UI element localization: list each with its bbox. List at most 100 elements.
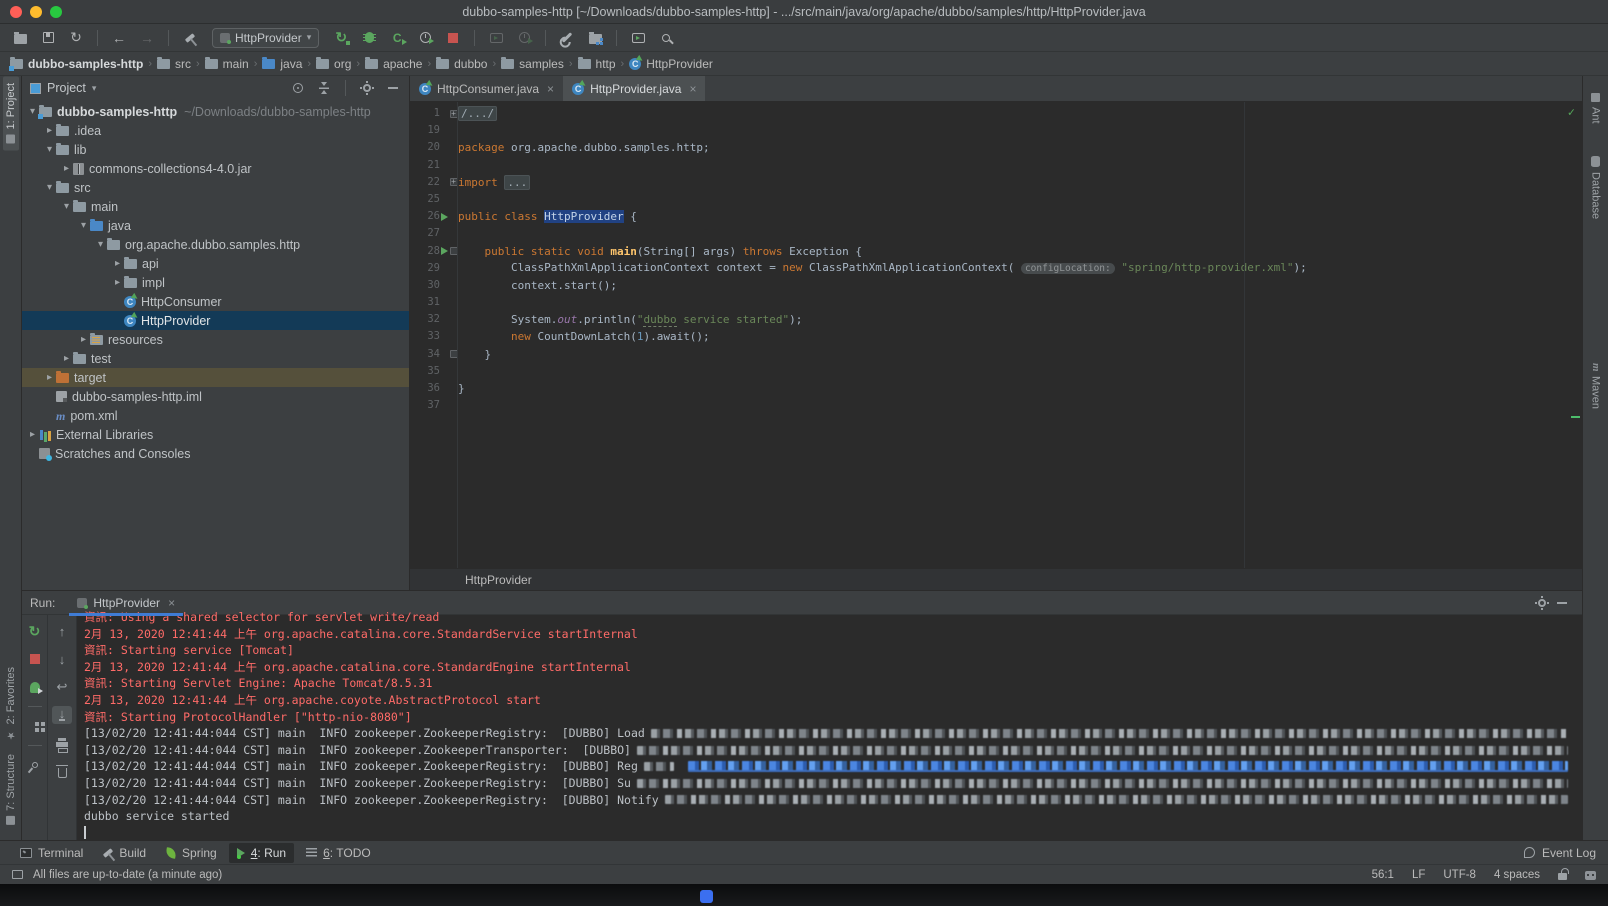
profiler-icon[interactable] — [413, 27, 437, 49]
tree-toggle-icon[interactable]: ▾ — [60, 201, 73, 212]
tree-item-External Libraries[interactable]: ▸External Libraries — [22, 425, 409, 444]
collapse-all-icon[interactable] — [314, 83, 334, 93]
tree-item-test[interactable]: ▸test — [22, 349, 409, 368]
tree-item-target[interactable]: ▸target — [22, 368, 409, 387]
tree-toggle-icon[interactable]: ▾ — [77, 220, 90, 231]
line-ending[interactable]: LF — [1412, 869, 1425, 881]
tree-item-dubbo-samples-http[interactable]: ▾dubbo-samples-http~/Downloads/dubbo-sam… — [22, 102, 409, 121]
tree-item-.idea[interactable]: ▸.idea — [22, 121, 409, 140]
tree-item-Scratches and Consoles[interactable]: Scratches and Consoles — [22, 444, 409, 463]
tree-item-api[interactable]: ▸api — [22, 254, 409, 273]
breadcrumb-item-org[interactable]: org — [316, 57, 351, 71]
wrench-icon[interactable] — [555, 27, 579, 49]
tree-toggle-icon[interactable]: ▸ — [60, 163, 73, 174]
run-console[interactable]: 資訊: Using a shared selector for servlet … — [77, 609, 1582, 840]
tree-toggle-icon[interactable]: ▾ — [94, 239, 107, 250]
inspection-ok-icon[interactable]: ✓ — [1568, 104, 1575, 121]
forward-icon[interactable]: → — [135, 27, 159, 49]
sidebar-item-project[interactable]: 1: Project — [3, 76, 19, 150]
stop-icon[interactable] — [25, 650, 45, 668]
toolwindow-button-Terminal[interactable]: Terminal — [12, 843, 91, 863]
breadcrumb-item-main[interactable]: main — [205, 57, 249, 71]
chevron-down-icon[interactable]: ▾ — [92, 83, 97, 94]
project-structure-icon[interactable] — [583, 27, 607, 49]
locate-icon[interactable] — [288, 83, 308, 93]
sidebar-item-favorites[interactable]: ★ 2: Favorites — [3, 660, 19, 747]
event-log-button[interactable]: Event Log — [1542, 846, 1596, 860]
close-icon[interactable]: × — [689, 82, 696, 96]
scroll-to-end-icon[interactable]: ↓ — [52, 706, 72, 724]
code-editor[interactable]: ✓ 1+/.../1920package org.apache.dubbo.sa… — [410, 102, 1582, 568]
breadcrumb-item-java[interactable]: java — [262, 57, 302, 71]
sidebar-item-structure[interactable]: 7: Structure — [3, 747, 19, 832]
toolwindow-toggle-icon[interactable] — [12, 870, 23, 879]
sidebar-item-database[interactable]: Database — [1588, 149, 1604, 226]
tree-item-resources[interactable]: ▸resources — [22, 330, 409, 349]
save-all-icon[interactable] — [36, 27, 60, 49]
tree-toggle-icon[interactable]: ▸ — [60, 353, 73, 364]
tree-item-HttpProvider[interactable]: CHttpProvider — [22, 311, 409, 330]
tree-item-impl[interactable]: ▸impl — [22, 273, 409, 292]
highlighting-level-icon[interactable] — [1585, 871, 1596, 880]
tree-item-src[interactable]: ▾src — [22, 178, 409, 197]
tree-toggle-icon[interactable]: ▸ — [43, 372, 56, 383]
toolwindow-button-Spring[interactable]: Spring — [158, 843, 225, 863]
breadcrumb-item-src[interactable]: src — [157, 57, 191, 71]
breadcrumb-item-dubbo-samples-http[interactable]: dubbo-samples-http — [10, 57, 143, 71]
build-hammer-icon[interactable] — [178, 27, 202, 49]
hide-panel-icon[interactable] — [1552, 602, 1572, 604]
run-button[interactable]: ↻ — [329, 27, 353, 49]
tree-item-lib[interactable]: ▾lib — [22, 140, 409, 159]
toolwindow-button-4-Run[interactable]: 4: Run — [229, 843, 294, 863]
breadcrumb-item-dubbo[interactable]: dubbo — [436, 57, 487, 71]
pin-icon[interactable] — [25, 756, 45, 774]
close-icon[interactable]: × — [168, 596, 175, 610]
caret-position[interactable]: 56:1 — [1372, 869, 1394, 881]
open-icon[interactable] — [8, 27, 32, 49]
tree-toggle-icon[interactable]: ▸ — [26, 429, 39, 440]
run-anything-icon[interactable] — [626, 27, 650, 49]
soft-wrap-icon[interactable]: ↩ — [52, 678, 72, 696]
settings-icon[interactable] — [1532, 599, 1552, 607]
tree-toggle-icon[interactable]: ▾ — [43, 182, 56, 193]
settings-icon[interactable] — [357, 84, 377, 92]
attach-debugger-icon[interactable] — [484, 27, 508, 49]
tab-HttpConsumer.java[interactable]: CHttpConsumer.java× — [410, 76, 563, 101]
toolwindow-button-6-TODO[interactable]: 6: TODO — [298, 843, 379, 863]
stop-button[interactable] — [441, 27, 465, 49]
encoding[interactable]: UTF-8 — [1443, 869, 1476, 881]
attach-profiler-icon[interactable] — [512, 27, 536, 49]
restore-layout-icon[interactable] — [25, 717, 45, 735]
tree-item-dubbo-samples-http.iml[interactable]: dubbo-samples-http.iml — [22, 387, 409, 406]
breadcrumb-item-samples[interactable]: samples — [501, 57, 564, 71]
tree-item-pom.xml[interactable]: mpom.xml — [22, 406, 409, 425]
tree-toggle-icon[interactable]: ▸ — [77, 334, 90, 345]
tree-toggle-icon[interactable]: ▸ — [43, 125, 56, 136]
sidebar-item-ant[interactable]: Ant — [1588, 86, 1604, 131]
tree-item-java[interactable]: ▾java — [22, 216, 409, 235]
back-icon[interactable]: ← — [107, 27, 131, 49]
run-coverage-icon[interactable]: C — [385, 27, 409, 49]
hide-panel-icon[interactable] — [383, 87, 403, 89]
close-icon[interactable]: × — [547, 82, 554, 96]
up-stack-trace-icon[interactable]: ↑ — [52, 622, 72, 640]
tree-item-org.apache.dubbo.samples.http[interactable]: ▾org.apache.dubbo.samples.http — [22, 235, 409, 254]
sync-icon[interactable]: ↻ — [64, 27, 88, 49]
rerun-icon[interactable]: ↻ — [25, 622, 45, 640]
run-line-icon[interactable] — [441, 247, 448, 255]
breadcrumb-item-http[interactable]: http — [578, 57, 616, 71]
tree-toggle-icon[interactable]: ▸ — [111, 258, 124, 269]
dock-item[interactable] — [700, 890, 713, 903]
breadcrumb-item-apache[interactable]: apache — [365, 57, 422, 71]
down-stack-trace-icon[interactable]: ↓ — [52, 650, 72, 668]
run-line-icon[interactable] — [441, 213, 448, 221]
update-application-icon[interactable] — [25, 678, 45, 696]
sidebar-item-maven[interactable]: m Maven — [1588, 356, 1604, 417]
search-everywhere-icon[interactable] — [654, 27, 678, 49]
toolwindow-button-Build[interactable]: Build — [95, 843, 154, 863]
clear-all-icon[interactable] — [52, 762, 72, 780]
run-tab[interactable]: HttpProvider × — [69, 591, 183, 615]
lock-icon[interactable] — [1558, 873, 1567, 880]
editor-breadcrumb[interactable]: HttpProvider — [410, 568, 1582, 590]
debug-icon[interactable] — [357, 27, 381, 49]
